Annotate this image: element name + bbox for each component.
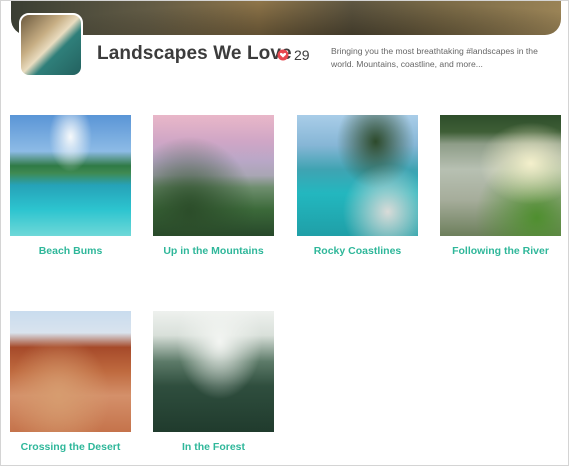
collection-title[interactable]: Up in the Mountains: [153, 245, 274, 257]
collection-title[interactable]: Rocky Coastlines: [297, 245, 418, 257]
collection-thumbnail[interactable]: [10, 311, 131, 432]
board-description: Bringing you the most breathtaking #land…: [331, 46, 538, 69]
collection-card-beach-bums[interactable]: Beach Bums: [10, 115, 131, 257]
collection-card-crossing-the-desert[interactable]: Crossing the Desert: [10, 311, 131, 453]
collection-thumbnail[interactable]: [153, 311, 274, 432]
collection-thumbnail[interactable]: [440, 115, 561, 236]
like-count: 29: [294, 47, 310, 63]
collection-title[interactable]: In the Forest: [153, 441, 274, 453]
board-page: Landscapes We Love 29 Bringing you the m…: [0, 0, 569, 466]
like-counter[interactable]: 29: [277, 47, 310, 63]
collection-card-in-the-forest[interactable]: In the Forest: [153, 311, 274, 453]
collection-thumbnail[interactable]: [153, 115, 274, 236]
cover-banner: [11, 1, 561, 35]
collection-thumbnail[interactable]: [297, 115, 418, 236]
collection-title[interactable]: Beach Bums: [10, 245, 131, 257]
collection-card-rocky-coastlines[interactable]: Rocky Coastlines: [297, 115, 418, 257]
collection-card-following-the-river[interactable]: Following the River: [440, 115, 561, 257]
collection-title[interactable]: Crossing the Desert: [10, 441, 131, 453]
collection-card-up-in-the-mountains[interactable]: Up in the Mountains: [153, 115, 274, 257]
heart-icon[interactable]: [277, 49, 289, 61]
collection-title[interactable]: Following the River: [440, 245, 561, 257]
collection-thumbnail[interactable]: [10, 115, 131, 236]
board-avatar: [19, 13, 83, 77]
board-title: Landscapes We Love: [97, 43, 292, 64]
